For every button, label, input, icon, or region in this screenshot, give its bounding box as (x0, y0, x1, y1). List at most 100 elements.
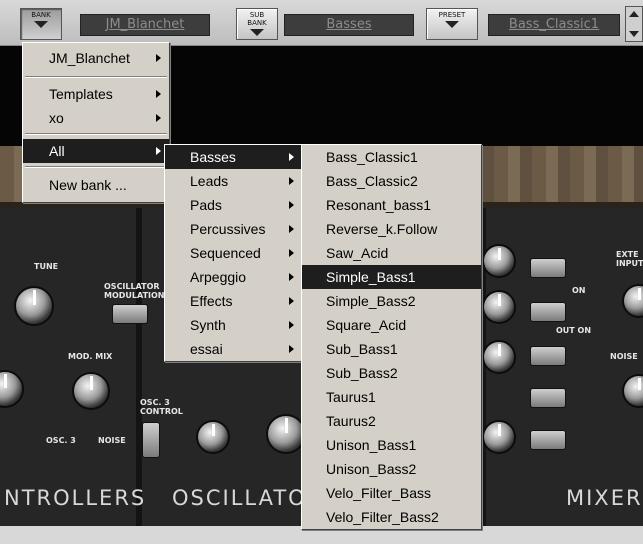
preset-item-label: Square_Acid (326, 317, 407, 333)
mixer-switch-3[interactable] (530, 346, 566, 366)
category-item[interactable]: Basses (165, 145, 302, 169)
mixer-out-on-label: OUT ON (556, 326, 592, 335)
osc3-control-label: OSC. 3 CONTROL (140, 398, 183, 416)
menu-item-xo[interactable]: xo (23, 106, 169, 130)
menu-item-new-bank[interactable]: New bank ... (23, 172, 169, 202)
submenu-arrow-icon (156, 114, 161, 122)
noise-right-label: NOISE (610, 352, 638, 361)
subbank-display: Basses (284, 14, 414, 36)
preset-display: Bass_Classic1 (488, 14, 620, 36)
preset-item[interactable]: Taurus2 (302, 409, 481, 433)
preset-item-label: Taurus1 (326, 389, 376, 405)
category-item-label: Basses (190, 149, 236, 165)
osc3-label: OSC. 3 (46, 436, 76, 445)
oscillator-modulation-label: OSCILLATOR MODULATION (104, 282, 165, 300)
preset-item-label: Sub_Bass1 (326, 341, 398, 357)
oscillator-modulation-switch[interactable] (112, 304, 148, 324)
category-item-label: Pads (190, 197, 222, 213)
subbank-button-label: SUB BANK (247, 11, 267, 27)
preset-item[interactable]: Resonant_bass1 (302, 193, 481, 217)
subbank-button[interactable]: SUB BANK (236, 8, 278, 40)
section-divider (136, 208, 142, 526)
bank-button[interactable]: BANK (20, 8, 62, 40)
tune-knob[interactable] (14, 286, 54, 326)
preset-item[interactable]: Bass_Classic2 (302, 169, 481, 193)
category-item-label: Leads (190, 173, 229, 189)
category-item[interactable]: Pads (165, 193, 302, 217)
preset-item-label: Unison_Bass2 (326, 461, 417, 477)
frequency-knob[interactable] (266, 414, 306, 454)
menu-item-label: All (49, 143, 65, 159)
menu-item-jm-blanchet[interactable]: JM_Blanchet (23, 43, 169, 73)
preset-item-label: Bass_Classic1 (326, 149, 418, 165)
range-knob[interactable] (196, 420, 230, 454)
preset-item[interactable]: Velo_Filter_Bass (302, 481, 481, 505)
menu-separator (23, 130, 169, 139)
menu-item-label: Templates (49, 86, 113, 102)
category-item-label: Synth (190, 317, 226, 333)
noise-label: NOISE (98, 436, 126, 445)
submenu-arrow-icon (289, 345, 294, 353)
preset-item[interactable]: Simple_Bass2 (302, 289, 481, 313)
mixer-knob-2[interactable] (482, 290, 516, 324)
preset-item-label: Velo_Filter_Bass2 (326, 509, 439, 525)
preset-item-label: Simple_Bass1 (326, 269, 416, 285)
category-item-label: Arpeggio (190, 269, 247, 285)
mixer-on-label: ON (572, 286, 586, 295)
category-menu: Basses Leads Pads Percussives Sequenced Arpeg… (164, 144, 303, 362)
scroll-down-icon[interactable] (629, 31, 639, 37)
mod-mix-knob[interactable] (72, 372, 110, 410)
preset-item-label: Reverse_k.Follow (326, 221, 438, 237)
mixer-switch-4[interactable] (530, 388, 566, 408)
chevron-down-icon (34, 21, 48, 28)
preset-item[interactable]: Taurus1 (302, 385, 481, 409)
category-item[interactable]: Effects (165, 289, 302, 313)
menu-item-all[interactable]: All (23, 139, 169, 163)
preset-button[interactable]: PRESET (426, 8, 478, 40)
category-item[interactable]: Leads (165, 169, 302, 193)
submenu-arrow-icon (289, 177, 294, 185)
menu-item-label: xo (49, 110, 64, 126)
bank-menu: JM_Blanchet Templates xo All New bank ..… (22, 42, 170, 203)
preset-item[interactable]: Saw_Acid (302, 241, 481, 265)
toolbar: BANK JM_Blanchet SUB BANK Basses PRESET … (0, 0, 643, 46)
osc3-control-switch[interactable] (142, 422, 160, 458)
mixer-switch-1[interactable] (530, 258, 566, 278)
chevron-down-icon (445, 21, 459, 28)
mixer-knob-4[interactable] (482, 420, 516, 454)
submenu-arrow-icon (156, 147, 161, 155)
category-item[interactable]: Arpeggio (165, 265, 302, 289)
category-item[interactable]: Percussives (165, 217, 302, 241)
controllers-section-title: NTROLLERS (4, 486, 147, 510)
preset-item[interactable]: Sub_Bass2 (302, 361, 481, 385)
preset-item-label: Bass_Classic2 (326, 173, 418, 189)
category-item[interactable]: Synth (165, 313, 302, 337)
preset-item[interactable]: Square_Acid (302, 313, 481, 337)
preset-item-label: Saw_Acid (326, 245, 389, 261)
menu-item-templates[interactable]: Templates (23, 82, 169, 106)
preset-scroll-buttons[interactable] (625, 6, 643, 42)
submenu-arrow-icon (156, 90, 161, 98)
menu-item-label: JM_Blanchet (49, 50, 130, 66)
preset-item[interactable]: Unison_Bass1 (302, 433, 481, 457)
preset-item[interactable]: Simple_Bass1 (302, 265, 481, 289)
ext-input-label: EXTE INPUT (616, 250, 643, 268)
preset-item[interactable]: Bass_Classic1 (302, 145, 481, 169)
mixer-section-title: MIXER (566, 486, 643, 510)
submenu-arrow-icon (156, 54, 161, 62)
category-item-label: Percussives (190, 221, 266, 237)
preset-item[interactable]: Sub_Bass1 (302, 337, 481, 361)
mixer-knob-1[interactable] (482, 244, 516, 278)
category-item[interactable]: Sequenced (165, 241, 302, 265)
category-item[interactable]: essai (165, 337, 302, 361)
category-item-label: essai (190, 341, 223, 357)
preset-menu: Bass_Classic1 Bass_Classic2 Resonant_bass1… (301, 144, 482, 530)
scroll-up-icon[interactable] (629, 11, 639, 17)
mixer-switch-2[interactable] (530, 302, 566, 322)
preset-item[interactable]: Velo_Filter_Bass2 (302, 505, 481, 529)
preset-item[interactable]: Unison_Bass2 (302, 457, 481, 481)
menu-item-label: New bank ... (49, 177, 127, 193)
preset-item[interactable]: Reverse_k.Follow (302, 217, 481, 241)
mixer-switch-5[interactable] (530, 430, 566, 450)
mixer-knob-3[interactable] (482, 340, 516, 374)
